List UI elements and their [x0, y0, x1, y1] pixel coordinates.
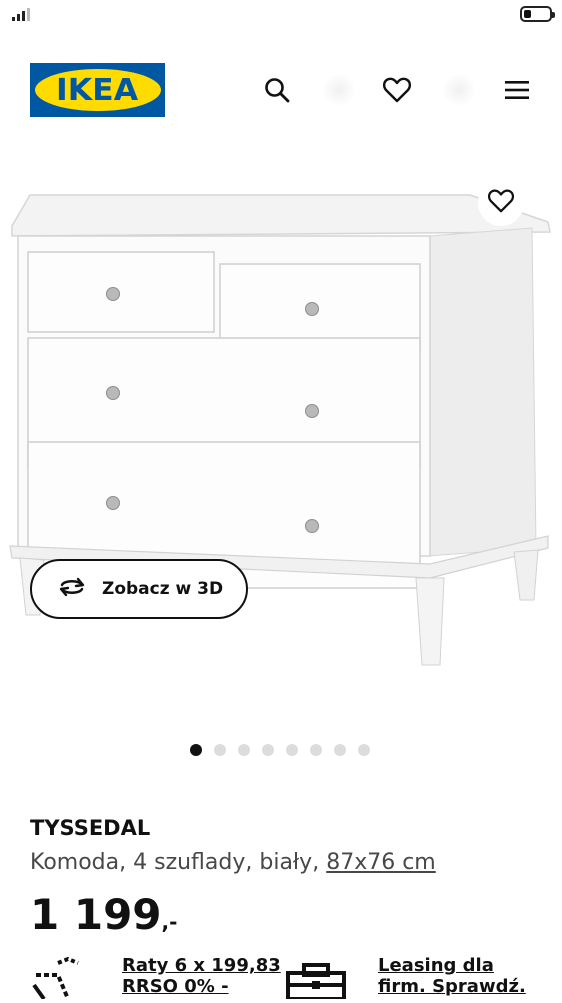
search-icon[interactable] [260, 73, 294, 107]
carousel-dot[interactable] [238, 744, 250, 756]
leasing-text: Leasing dla firm. Sprawdź. [378, 955, 526, 1003]
product-name: TYSSEDAL [30, 816, 151, 840]
logo-text: IKEA [56, 72, 139, 108]
carousel-dot[interactable] [310, 744, 322, 756]
signal-icon [12, 8, 30, 21]
site-header: IKEA [0, 55, 562, 125]
installments-text: Raty 6 x 199,83 RRSO 0% - [122, 955, 281, 1003]
carousel-dot[interactable] [214, 744, 226, 756]
ikea-logo[interactable]: IKEA [30, 63, 165, 117]
leasing-promo[interactable]: Leasing dla firm. Sprawdź. [286, 955, 526, 1003]
installments-line-1: Raty 6 x 199,83 [122, 955, 281, 976]
view-3d-button[interactable]: Zobacz w 3D [30, 559, 248, 619]
carousel-dot[interactable] [334, 744, 346, 756]
carousel-dots [190, 744, 370, 756]
heart-icon[interactable] [380, 73, 414, 107]
favourite-button[interactable] [478, 180, 524, 226]
product-price: 1 199,- [30, 890, 177, 939]
status-bar [0, 0, 562, 30]
carousel-dot[interactable] [262, 744, 274, 756]
carousel-dot[interactable] [286, 744, 298, 756]
leasing-line-2: firm. Sprawdź. [378, 976, 526, 997]
battery-icon [520, 6, 555, 22]
carousel-dot[interactable] [190, 744, 202, 756]
carousel-dot[interactable] [358, 744, 370, 756]
installments-promo[interactable]: Raty 6 x 199,83 RRSO 0% - [28, 955, 281, 1003]
account-icon[interactable] [322, 73, 356, 107]
price-decimal: ,- [161, 910, 178, 934]
cart-icon[interactable] [442, 73, 476, 107]
price-main: 1 199 [30, 890, 162, 939]
product-description-text: Komoda, 4 szuflady, biały, [30, 850, 320, 875]
view-3d-label: Zobacz w 3D [102, 579, 224, 599]
logo-oval: IKEA [34, 69, 161, 111]
heart-icon [487, 188, 515, 218]
installments-icon [28, 955, 108, 1003]
briefcase-icon [286, 955, 346, 1003]
rotate-icon [56, 576, 88, 602]
battery-level [524, 10, 531, 18]
product-description: Komoda, 4 szuflady, biały, 87x76 cm [30, 850, 436, 875]
installments-line-2: RRSO 0% - [122, 976, 229, 997]
product-dimensions-link[interactable]: 87x76 cm [326, 850, 436, 875]
leasing-line-1: Leasing dla [378, 955, 494, 976]
menu-icon[interactable] [500, 73, 534, 107]
